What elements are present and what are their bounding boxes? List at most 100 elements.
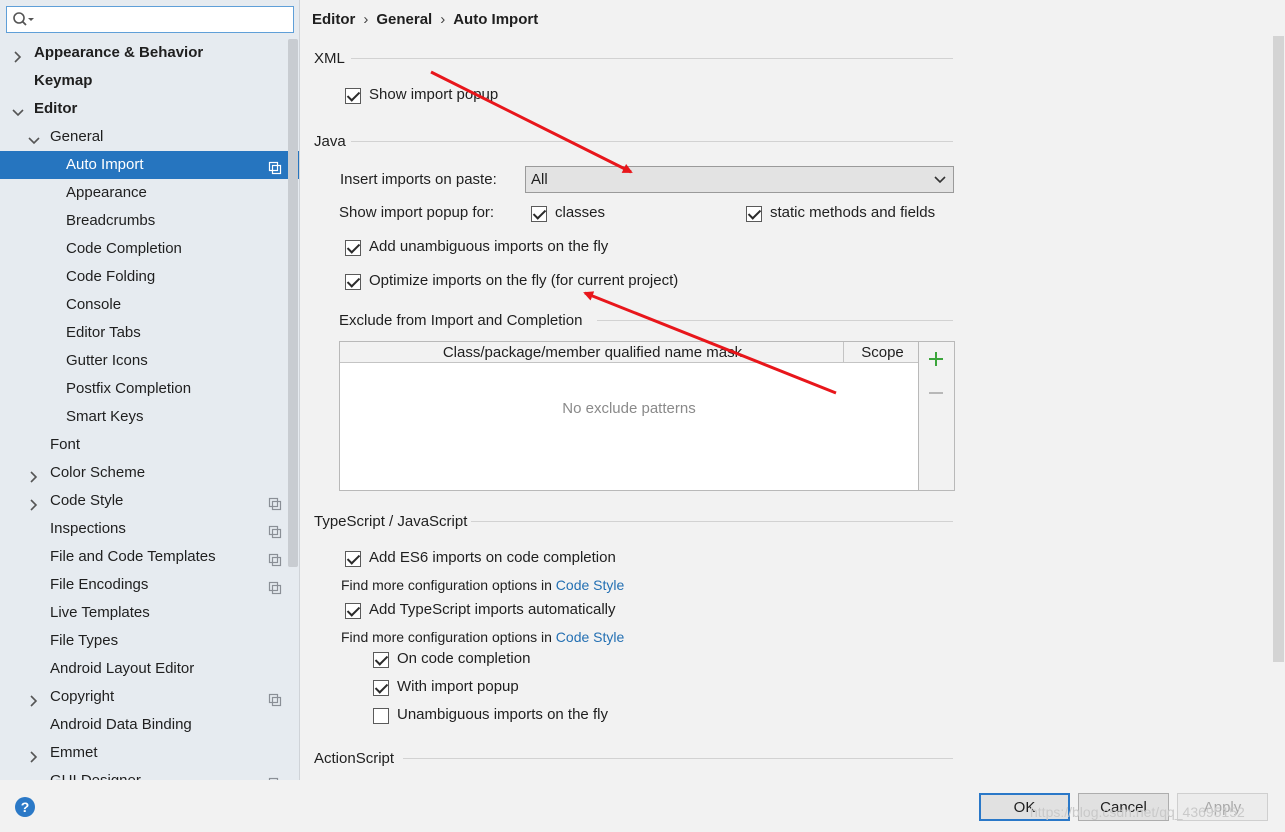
sidebar-item-label: Smart Keys bbox=[66, 408, 144, 425]
static-methods-label[interactable]: static methods and fields bbox=[770, 204, 935, 221]
exclude-table-header: Class/package/member qualified name mask… bbox=[340, 342, 918, 363]
chevron-right-icon[interactable] bbox=[27, 466, 41, 483]
classes-label[interactable]: classes bbox=[555, 204, 605, 221]
sidebar-scrollbar[interactable] bbox=[288, 39, 298, 567]
sidebar-item[interactable]: Gutter Icons bbox=[0, 347, 288, 375]
sidebar-item[interactable]: Live Templates bbox=[0, 599, 288, 627]
exclude-table[interactable]: Class/package/member qualified name mask… bbox=[339, 341, 919, 491]
classes-checkbox[interactable] bbox=[531, 206, 547, 222]
sidebar-item[interactable]: Emmet bbox=[0, 739, 288, 767]
sidebar-item[interactable]: Android Data Binding bbox=[0, 711, 288, 739]
breadcrumb-general: General bbox=[376, 11, 433, 28]
sidebar-item[interactable]: GUI Designer bbox=[0, 767, 288, 780]
with-import-popup-checkbox[interactable] bbox=[373, 680, 389, 696]
sidebar-item-label: Breadcrumbs bbox=[66, 212, 156, 229]
sidebar-item[interactable]: Color Scheme bbox=[0, 459, 288, 487]
sidebar-item-label: Live Templates bbox=[50, 604, 150, 621]
sidebar-item[interactable]: Code Folding bbox=[0, 263, 288, 291]
section-title-typescript: TypeScript / JavaScript bbox=[314, 513, 468, 530]
insert-imports-select[interactable]: All bbox=[525, 166, 954, 193]
sidebar-item-label: Code Completion bbox=[66, 240, 182, 257]
sidebar-item[interactable]: File Encodings bbox=[0, 571, 288, 599]
sidebar-item[interactable]: Copyright bbox=[0, 683, 288, 711]
settings-sidebar: Appearance & Behavior Keymap Editor General… bbox=[0, 0, 300, 780]
on-code-completion-label[interactable]: On code completion bbox=[397, 650, 530, 667]
sidebar-item[interactable]: Keymap bbox=[0, 67, 288, 95]
search-input[interactable] bbox=[39, 9, 289, 30]
add-es6-checkbox[interactable] bbox=[345, 551, 361, 567]
add-unambiguous-checkbox[interactable] bbox=[345, 240, 361, 256]
unambiguous-imports-checkbox[interactable] bbox=[373, 708, 389, 724]
sidebar-item-label: Appearance & Behavior bbox=[34, 44, 204, 61]
sidebar-item-label: Gutter Icons bbox=[66, 352, 148, 369]
chevron-right-icon[interactable] bbox=[27, 494, 41, 511]
search-field[interactable] bbox=[6, 6, 294, 33]
plus-icon[interactable] bbox=[927, 350, 945, 372]
sidebar-item[interactable]: Smart Keys bbox=[0, 403, 288, 431]
sidebar-item-label: File Types bbox=[50, 632, 119, 649]
settings-panel: Editor › General › Auto Import XML Show impo… bbox=[301, 0, 1285, 780]
show-import-popup-label[interactable]: Show import popup bbox=[369, 86, 498, 103]
optimize-imports-label[interactable]: Optimize imports on the fly (for current… bbox=[369, 272, 678, 289]
find-more-text: Find more configuration options in Code … bbox=[341, 629, 624, 645]
code-style-link[interactable]: Code Style bbox=[556, 577, 624, 593]
chevron-right-icon[interactable] bbox=[27, 690, 41, 707]
add-ts-checkbox[interactable] bbox=[345, 603, 361, 619]
sidebar-item[interactable]: Inspections bbox=[0, 515, 288, 543]
sidebar-item[interactable]: Editor bbox=[0, 95, 288, 123]
sidebar-item[interactable]: Editor Tabs bbox=[0, 319, 288, 347]
breadcrumb-separator: › bbox=[363, 11, 369, 28]
chevron-right-icon[interactable] bbox=[27, 746, 41, 763]
sidebar-item-label: Emmet bbox=[50, 744, 98, 761]
sidebar-item-label: Code Folding bbox=[66, 268, 156, 285]
column-header-scope[interactable]: Scope bbox=[845, 344, 920, 361]
sidebar-item[interactable]: File and Code Templates bbox=[0, 543, 288, 571]
sidebar-item[interactable]: Auto Import bbox=[0, 151, 299, 179]
section-title-actionscript: ActionScript bbox=[314, 750, 395, 767]
code-style-link[interactable]: Code Style bbox=[556, 629, 624, 645]
sidebar-item[interactable]: Font bbox=[0, 431, 288, 459]
sidebar-item[interactable]: General bbox=[0, 123, 288, 151]
sidebar-item-label: Console bbox=[66, 296, 122, 313]
sidebar-item-label: General bbox=[50, 128, 104, 145]
add-es6-label[interactable]: Add ES6 imports on code completion bbox=[369, 549, 616, 566]
dialog-button-bar: ? OK Cancel Apply https://blog.csdn.net/… bbox=[0, 780, 1285, 832]
sidebar-item-label: Code Style bbox=[50, 492, 124, 509]
sidebar-item[interactable]: Console bbox=[0, 291, 288, 319]
sidebar-item-label: Android Data Binding bbox=[50, 716, 192, 733]
search-icon[interactable] bbox=[12, 11, 36, 33]
optimize-imports-checkbox[interactable] bbox=[345, 274, 361, 290]
sidebar-item[interactable]: Appearance bbox=[0, 179, 288, 207]
sidebar-item[interactable]: File Types bbox=[0, 627, 288, 655]
sidebar-item[interactable]: Code Style bbox=[0, 487, 288, 515]
chevron-down-icon[interactable] bbox=[27, 130, 41, 145]
help-icon[interactable]: ? bbox=[14, 796, 36, 822]
sidebar-item-label: Editor Tabs bbox=[66, 324, 141, 341]
static-methods-checkbox[interactable] bbox=[746, 206, 762, 222]
sidebar-item[interactable]: Code Completion bbox=[0, 235, 288, 263]
section-divider bbox=[403, 758, 953, 759]
breadcrumb-auto-import: Auto Import bbox=[453, 11, 539, 28]
sidebar-item[interactable]: Breadcrumbs bbox=[0, 207, 288, 235]
unambiguous-imports-label[interactable]: Unambiguous imports on the fly bbox=[397, 706, 608, 723]
chevron-right-icon[interactable] bbox=[11, 46, 25, 63]
sidebar-item-label: Editor bbox=[34, 100, 78, 117]
add-unambiguous-label[interactable]: Add unambiguous imports on the fly bbox=[369, 238, 608, 255]
sidebar-item[interactable]: Postfix Completion bbox=[0, 375, 288, 403]
sidebar-item-label: File Encodings bbox=[50, 576, 149, 593]
minus-icon[interactable] bbox=[927, 384, 945, 406]
show-import-popup-checkbox[interactable] bbox=[345, 88, 361, 104]
sidebar-item-label: Postfix Completion bbox=[66, 380, 192, 397]
on-code-completion-checkbox[interactable] bbox=[373, 652, 389, 668]
insert-imports-value: All bbox=[531, 171, 548, 188]
empty-table-text: No exclude patterns bbox=[562, 400, 696, 417]
main-scrollbar[interactable] bbox=[1273, 36, 1284, 662]
column-header-mask[interactable]: Class/package/member qualified name mask bbox=[340, 344, 845, 361]
sidebar-item-label: Color Scheme bbox=[50, 464, 146, 481]
table-toolbar bbox=[919, 341, 955, 491]
sidebar-item[interactable]: Android Layout Editor bbox=[0, 655, 288, 683]
add-ts-label[interactable]: Add TypeScript imports automatically bbox=[369, 601, 616, 618]
with-import-popup-label[interactable]: With import popup bbox=[397, 678, 519, 695]
sidebar-item[interactable]: Appearance & Behavior bbox=[0, 39, 288, 67]
chevron-down-icon[interactable] bbox=[11, 102, 25, 117]
